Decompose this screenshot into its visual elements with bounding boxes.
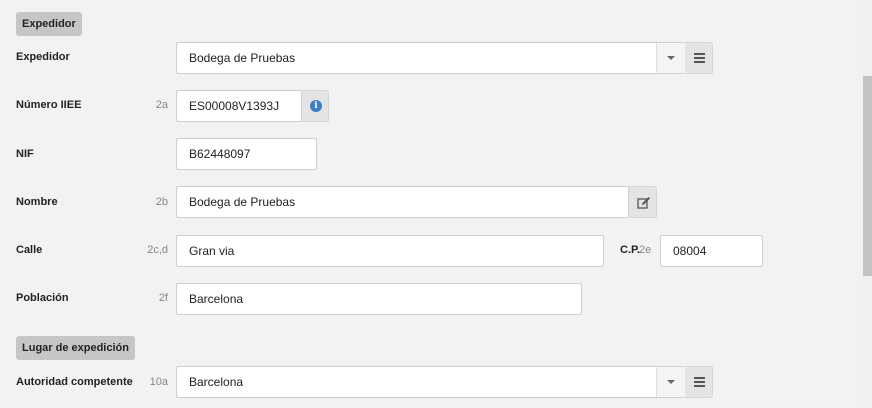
autoridad-code: 10a (149, 376, 168, 388)
cp-label: C.P. (620, 244, 640, 256)
autoridad-menu-button[interactable] (685, 366, 713, 398)
info-icon: i (310, 100, 322, 112)
nombre-edit-button[interactable] (629, 186, 657, 218)
poblacion-field[interactable]: Barcelona (176, 283, 582, 315)
nombre-field[interactable]: Bodega de Pruebas (176, 186, 629, 218)
expedidor-label: Expedidor (16, 51, 70, 63)
nombre-label: Nombre (16, 196, 58, 208)
numero-iiee-label: Número IIEE (16, 99, 82, 111)
expedidor-menu-button[interactable] (685, 42, 713, 74)
section-tag-expedidor: Expedidor (16, 12, 82, 36)
autoridad-label: Autoridad competente (16, 376, 133, 388)
calle-label: Calle (16, 244, 43, 256)
numero-iiee-code: 2a (155, 99, 168, 111)
expedidor-select[interactable]: Bodega de Pruebas (176, 42, 685, 74)
chevron-down-icon[interactable] (656, 367, 685, 397)
cp-code: 2e (639, 244, 652, 256)
numero-iiee-info-button[interactable]: i (302, 90, 329, 122)
poblacion-code: 2f (158, 292, 168, 304)
menu-icon (694, 53, 705, 63)
nombre-code: 2b (155, 196, 168, 208)
scrollbar-thumb[interactable] (863, 76, 872, 276)
calle-field[interactable]: Gran via (176, 235, 604, 267)
nif-label: NIF (16, 148, 34, 160)
autoridad-select-value: Barcelona (189, 375, 244, 389)
edit-icon (637, 197, 650, 209)
poblacion-label: Población (16, 292, 69, 304)
section-tag-lugar-expedicion: Lugar de expedición (16, 336, 135, 360)
menu-icon (694, 377, 705, 387)
calle-code: 2c,d (147, 244, 168, 256)
expedidor-select-value: Bodega de Pruebas (189, 51, 296, 65)
numero-iiee-field[interactable]: ES00008V1393J (176, 90, 302, 122)
chevron-down-icon[interactable] (656, 43, 685, 73)
autoridad-select[interactable]: Barcelona (176, 366, 685, 398)
cp-field[interactable]: 08004 (660, 235, 763, 267)
nif-field[interactable]: B62448097 (176, 138, 317, 170)
